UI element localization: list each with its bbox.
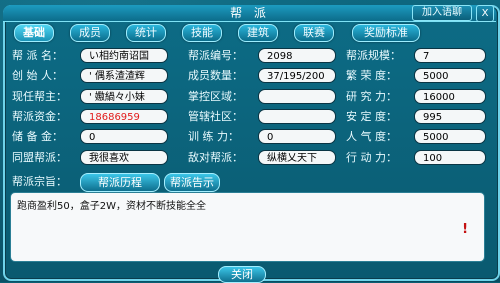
funds-label: 帮派资金： <box>12 110 67 123</box>
leader-label: 现任帮主： <box>12 90 67 103</box>
gang-notice-button[interactable]: 帮派告示 <box>164 173 220 192</box>
tab-skills[interactable]: 技能 <box>182 24 222 42</box>
territory-field <box>258 89 336 104</box>
ally-field: 我很喜欢 <box>80 150 168 165</box>
territory-label: 掌控区域： <box>188 90 243 103</box>
prosperity-label: 繁 荣 度： <box>346 69 397 82</box>
reserve-label: 储 备 金： <box>12 130 63 143</box>
members-field: 37/195/200 <box>258 68 336 83</box>
tab-basic[interactable]: 基础 <box>14 24 54 42</box>
founder-field: ' 偶系渣渣辉 <box>80 68 168 83</box>
reserve-field: 0 <box>80 129 168 144</box>
tab-league[interactable]: 联赛 <box>294 24 334 42</box>
leader-field: ' 嫐緺々小妹 <box>80 89 168 104</box>
gang-scale-label: 帮派规模： <box>346 49 401 62</box>
enemy-field: 纵横乂天下 <box>258 150 336 165</box>
tab-buildings[interactable]: 建筑 <box>238 24 278 42</box>
prosperity-field: 5000 <box>414 68 486 83</box>
gang-history-button[interactable]: 帮派历程 <box>80 173 160 192</box>
stability-field: 995 <box>414 109 486 124</box>
funds-field: 18686959 <box>80 109 168 124</box>
founder-label: 创 始 人： <box>12 69 63 82</box>
close-button[interactable]: 关闭 <box>218 266 266 283</box>
tab-members[interactable]: 成员 <box>70 24 110 42</box>
ally-label: 同盟帮派： <box>12 151 67 164</box>
warning-icon: ! <box>462 222 468 237</box>
members-label: 成员数量： <box>188 69 243 82</box>
gang-id-field: 2098 <box>258 48 336 63</box>
gang-id-label: 帮派编号： <box>188 49 243 62</box>
training-label: 训 练 力： <box>188 130 239 143</box>
close-icon[interactable]: X <box>476 5 494 22</box>
notice-textarea[interactable]: 跑商盈利50，盒子2W，资材不断技能全全 ! <box>10 192 485 262</box>
action-field: 100 <box>414 150 486 165</box>
enemy-label: 敌对帮派： <box>188 151 243 164</box>
popularity-label: 人 气 度： <box>346 130 397 143</box>
popularity-field: 5000 <box>414 129 486 144</box>
gang-name-field: い相约南诏国 <box>80 48 168 63</box>
community-label: 管辖社区： <box>188 110 243 123</box>
stability-label: 安 定 度： <box>346 110 397 123</box>
training-field: 0 <box>258 129 336 144</box>
research-label: 研 究 力： <box>346 90 397 103</box>
notice-text: 跑商盈利50，盒子2W，资材不断技能全全 <box>17 201 206 212</box>
research-field: 16000 <box>414 89 486 104</box>
purpose-label: 帮派宗旨： <box>12 175 67 188</box>
gang-scale-field: 7 <box>414 48 486 63</box>
join-voice-button[interactable]: 加入语聊 <box>412 5 472 21</box>
action-label: 行 动 力： <box>346 151 397 164</box>
gang-name-label: 帮 派 名： <box>12 49 63 62</box>
community-field <box>258 109 336 124</box>
tab-statistics[interactable]: 统计 <box>126 24 166 42</box>
tab-rewards[interactable]: 奖励标准 <box>352 24 420 42</box>
